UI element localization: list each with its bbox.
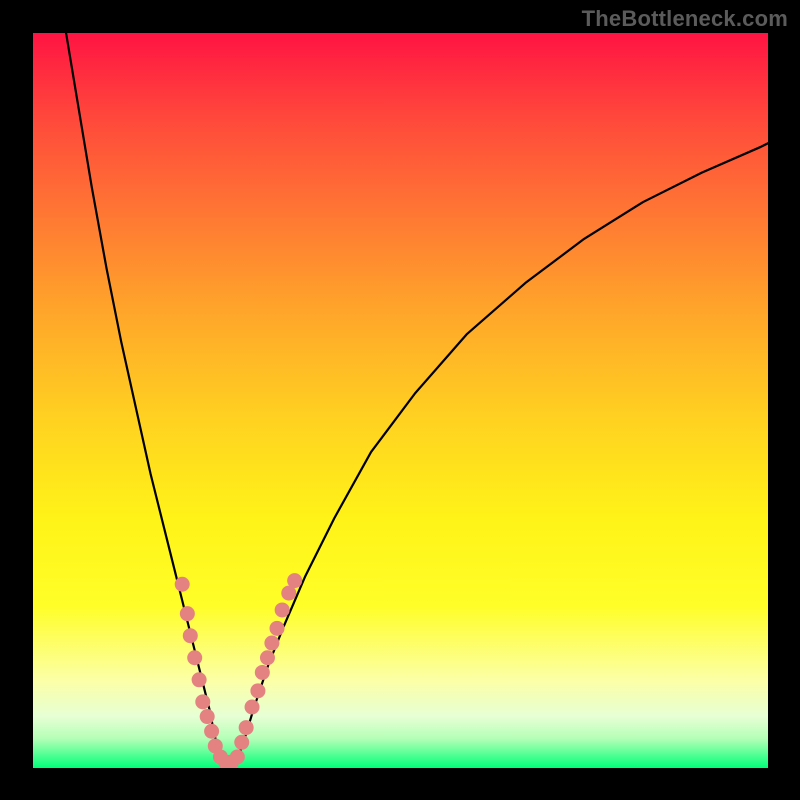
- series-right-curve: [235, 143, 768, 762]
- chart-svg: [33, 33, 768, 768]
- marker-point: [255, 665, 270, 680]
- marker-point: [230, 749, 245, 764]
- marker-point: [260, 650, 275, 665]
- marker-point: [187, 650, 202, 665]
- marker-point: [287, 573, 302, 588]
- marker-point: [234, 735, 249, 750]
- plot-area: [33, 33, 768, 768]
- marker-point: [200, 709, 215, 724]
- marker-point: [270, 621, 285, 636]
- marker-point: [195, 694, 210, 709]
- marker-point: [183, 628, 198, 643]
- series-group: [66, 33, 768, 765]
- marker-point: [239, 720, 254, 735]
- marker-point: [264, 636, 279, 651]
- marker-point: [204, 724, 219, 739]
- marker-point: [245, 700, 260, 715]
- marker-point: [192, 672, 207, 687]
- marker-point: [180, 606, 195, 621]
- chart-frame: TheBottleneck.com: [0, 0, 800, 800]
- marker-point: [250, 683, 265, 698]
- watermark-text: TheBottleneck.com: [582, 6, 788, 32]
- marker-point: [275, 602, 290, 617]
- marker-point: [175, 577, 190, 592]
- marker-group: [175, 573, 302, 768]
